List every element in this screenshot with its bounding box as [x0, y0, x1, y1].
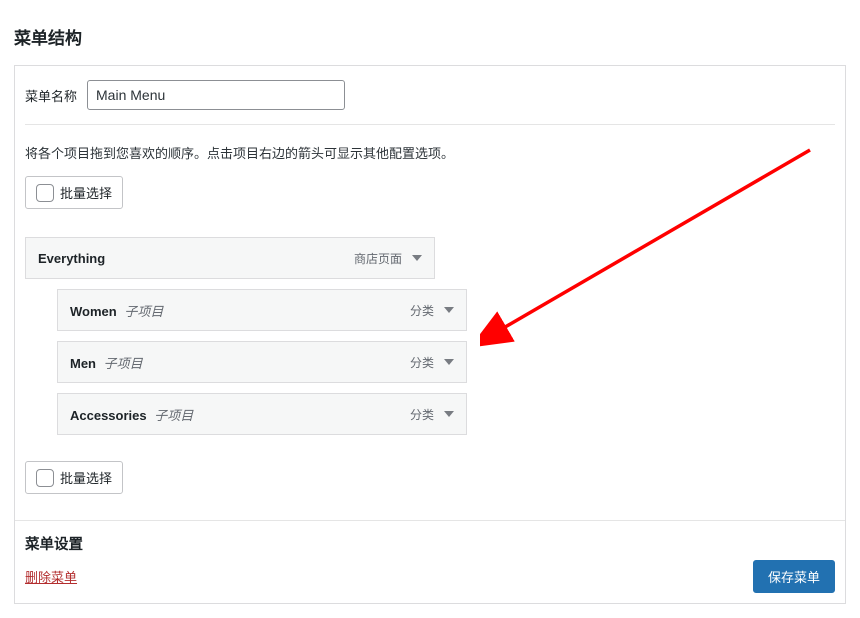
chevron-down-icon [412, 255, 422, 261]
save-menu-button[interactable]: 保存菜单 [753, 560, 835, 593]
menu-item[interactable]: Accessories 子项目 分类 [57, 393, 467, 435]
menu-item-toggle[interactable]: 分类 [410, 302, 454, 319]
settings-heading: 菜单设置 [25, 533, 835, 554]
menu-item-type: 分类 [410, 302, 434, 319]
menu-item-toggle[interactable]: 分类 [410, 354, 454, 371]
bulk-select-bottom-label: 批量选择 [60, 468, 112, 487]
menu-item-title: Men 子项目 [70, 353, 143, 372]
menu-item-type: 商店页面 [354, 250, 402, 267]
menu-item-type: 分类 [410, 406, 434, 423]
menu-items-list: Everything 商店页面 Women 子项目 分类 [25, 237, 835, 435]
menu-item[interactable]: Women 子项目 分类 [57, 289, 467, 331]
menu-item-title: Women 子项目 [70, 301, 163, 320]
bulk-select-top-label: 批量选择 [60, 183, 112, 202]
menu-item-title: Everything [38, 251, 109, 266]
menu-name-label: 菜单名称 [25, 86, 77, 105]
page-title: 菜单结构 [14, 24, 846, 49]
instructions-text: 将各个项目拖到您喜欢的顺序。点击项目右边的箭头可显示其他配置选项。 [25, 143, 835, 162]
divider [15, 520, 845, 521]
footer-row: 删除菜单 保存菜单 [25, 560, 835, 593]
menu-item-type: 分类 [410, 354, 434, 371]
menu-name-input[interactable] [87, 80, 345, 110]
chevron-down-icon [444, 307, 454, 313]
bulk-select-top[interactable]: 批量选择 [25, 176, 123, 209]
menu-item-title: Accessories 子项目 [70, 405, 193, 424]
menu-item[interactable]: Men 子项目 分类 [57, 341, 467, 383]
checkbox-icon [36, 469, 54, 487]
bulk-select-bottom[interactable]: 批量选择 [25, 461, 123, 494]
menu-name-row: 菜单名称 [25, 80, 835, 125]
chevron-down-icon [444, 359, 454, 365]
menu-panel: 菜单名称 将各个项目拖到您喜欢的顺序。点击项目右边的箭头可显示其他配置选项。 批… [14, 65, 846, 604]
menu-item-toggle[interactable]: 商店页面 [354, 250, 422, 267]
checkbox-icon [36, 184, 54, 202]
menu-item-toggle[interactable]: 分类 [410, 406, 454, 423]
menu-item[interactable]: Everything 商店页面 [25, 237, 435, 279]
chevron-down-icon [444, 411, 454, 417]
